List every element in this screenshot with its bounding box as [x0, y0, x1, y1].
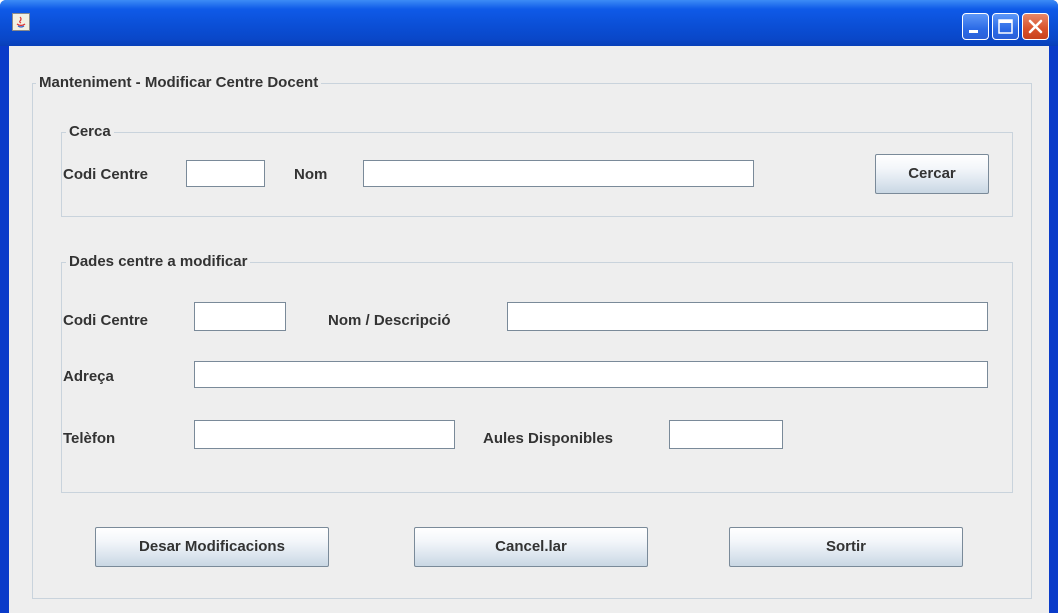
edit-rooms-input[interactable] — [669, 420, 783, 449]
edit-description-input[interactable] — [507, 302, 988, 331]
search-name-label: Nom — [294, 166, 328, 183]
edit-group-title: Dades centre a modificar — [66, 253, 251, 271]
app-window: Manteniment - Modificar Centre Docent Ce… — [0, 0, 1058, 613]
maximize-icon — [998, 19, 1013, 34]
java-app-icon[interactable] — [12, 13, 30, 31]
exit-button[interactable]: Sortir — [729, 527, 963, 567]
search-name-input[interactable] — [363, 160, 754, 187]
search-group-title: Cerca — [66, 123, 114, 141]
close-button[interactable] — [1022, 13, 1049, 40]
search-code-input[interactable] — [186, 160, 265, 187]
search-code-label: Codi Centre — [63, 166, 149, 183]
close-icon — [1028, 19, 1043, 34]
search-button[interactable]: Cercar — [875, 154, 989, 194]
edit-phone-input[interactable] — [194, 420, 455, 449]
main-group-title: Manteniment - Modificar Centre Docent — [36, 74, 322, 92]
edit-rooms-label: Aules Disponibles — [483, 430, 614, 447]
minimize-icon — [969, 30, 978, 33]
save-changes-button[interactable]: Desar Modificacions — [95, 527, 329, 567]
edit-address-label: Adreça — [63, 368, 114, 385]
edit-address-input[interactable] — [194, 361, 988, 388]
minimize-button[interactable] — [962, 13, 989, 40]
window-content: Manteniment - Modificar Centre Docent Ce… — [9, 46, 1049, 613]
edit-code-input[interactable] — [194, 302, 286, 331]
title-bar[interactable] — [0, 0, 1058, 46]
maximize-button[interactable] — [992, 13, 1019, 40]
edit-code-label: Codi Centre — [63, 312, 149, 329]
edit-phone-label: Telèfon — [63, 430, 116, 447]
edit-description-label: Nom / Descripció — [328, 312, 451, 329]
cancel-button[interactable]: Cancel.lar — [414, 527, 648, 567]
